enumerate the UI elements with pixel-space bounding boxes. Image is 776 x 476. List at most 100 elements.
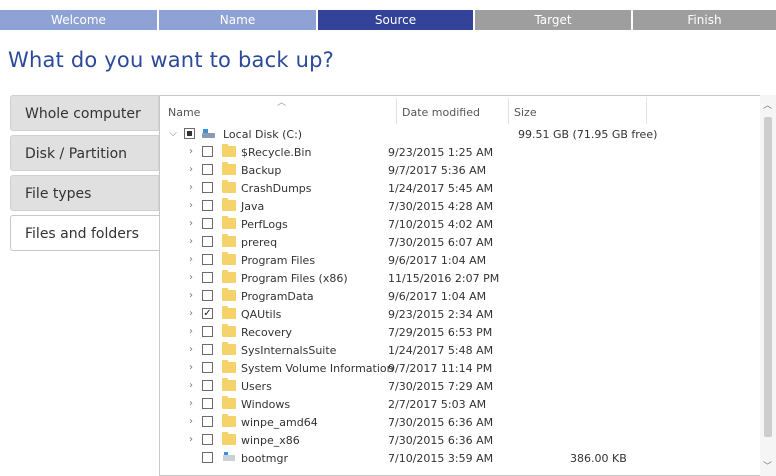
folder-name: Program Files [241,254,316,267]
chevron-right-icon[interactable]: › [186,164,196,175]
column-divider[interactable] [508,98,509,124]
tree-row-folder[interactable]: › Program Files (x86) 11/15/2016 2:07 PM [160,269,760,287]
folder-icon [222,252,236,265]
folder-checkbox[interactable] [202,164,213,175]
tab-files-and-folders[interactable]: Files and folders [10,215,160,251]
folder-date: 7/30/2015 4:28 AM [388,200,494,213]
tree-row-file[interactable]: bootmgr 7/10/2015 3:59 AM 386.00 KB [160,449,760,467]
tree-row-folder[interactable]: › $Recycle.Bin 9/23/2015 1:25 AM [160,143,760,161]
step-welcome[interactable]: Welcome [0,10,157,30]
folder-checkbox[interactable] [202,146,213,157]
folder-name: System Volume Information [241,362,394,375]
folder-checkbox[interactable] [202,236,213,247]
step-source[interactable]: Source [318,10,473,30]
file-icon [222,452,236,463]
chevron-right-icon[interactable]: › [186,398,196,409]
tab-file-types[interactable]: File types [10,175,159,211]
folder-icon [222,234,236,247]
chevron-down-icon[interactable]: ⌵ [168,128,178,139]
folder-date: 7/30/2015 7:29 AM [388,380,494,393]
file-checkbox[interactable] [202,452,213,463]
folder-checkbox[interactable] [202,290,213,301]
step-finish[interactable]: Finish [633,10,776,30]
chevron-right-icon[interactable]: › [186,344,196,355]
chevron-right-icon[interactable]: › [186,272,196,283]
folder-date: 7/10/2015 4:02 AM [388,218,494,231]
column-date[interactable]: Date modified [402,106,480,119]
column-divider[interactable] [646,98,647,124]
chevron-right-icon[interactable]: › [186,434,196,445]
chevron-right-icon[interactable]: › [186,254,196,265]
file-tree: ︿ Name Date modified Size ⌵ Local Disk (… [159,95,776,476]
step-name[interactable]: Name [159,10,316,30]
tree-row-folder[interactable]: › Java 7/30/2015 4:28 AM [160,197,760,215]
folder-checkbox[interactable] [202,182,213,193]
tree-row-drive[interactable]: ⌵ Local Disk (C:) 99.51 GB (71.95 GB fre… [160,125,760,143]
tree-row-folder[interactable]: › CrashDumps 1/24/2017 5:45 AM [160,179,760,197]
step-target[interactable]: Target [475,10,631,30]
folder-date: 1/24/2017 5:48 AM [388,344,494,357]
scroll-up-icon[interactable]: ︿ [763,98,772,111]
folder-checkbox[interactable] [202,434,213,445]
tree-row-folder[interactable]: › Windows 2/7/2017 5:03 AM [160,395,760,413]
folder-name: CrashDumps [241,182,312,195]
chevron-right-icon[interactable]: › [186,326,196,337]
scroll-down-icon[interactable]: ﹀ [763,459,772,472]
chevron-right-icon[interactable]: › [186,380,196,391]
drive-name: Local Disk (C:) [223,128,303,141]
folder-icon [222,396,236,409]
folder-name: ProgramData [241,290,314,303]
vertical-scrollbar[interactable]: ︿ ﹀ [760,95,776,476]
tree-row-folder[interactable]: › PerfLogs 7/10/2015 4:02 AM [160,215,760,233]
tree-row-folder[interactable]: › prereq 7/30/2015 6:07 AM [160,233,760,251]
folder-icon [222,162,236,175]
tree-row-folder[interactable]: › ✓ QAUtils 9/23/2015 2:34 AM [160,305,760,323]
file-size: 386.00 KB [570,452,627,465]
chevron-right-icon[interactable]: › [186,236,196,247]
folder-checkbox[interactable] [202,380,213,391]
folder-checkbox[interactable] [202,272,213,283]
tab-disk-partition[interactable]: Disk / Partition [10,135,159,171]
folder-checkbox[interactable]: ✓ [202,308,213,319]
folder-checkbox[interactable] [202,344,213,355]
tree-row-folder[interactable]: › Recovery 7/29/2015 6:53 PM [160,323,760,341]
tree-row-folder[interactable]: › SysInternalsSuite 1/24/2017 5:48 AM [160,341,760,359]
folder-checkbox[interactable] [202,200,213,211]
column-header: ︿ Name Date modified Size [160,96,776,124]
tree-row-folder[interactable]: › winpe_x86 7/30/2015 6:36 AM [160,431,760,449]
chevron-right-icon[interactable]: › [186,182,196,193]
chevron-right-icon[interactable]: › [186,290,196,301]
folder-checkbox[interactable] [202,326,213,337]
scroll-thumb[interactable] [764,117,772,437]
tree-row-folder[interactable]: › winpe_amd64 7/30/2015 6:36 AM [160,413,760,431]
folder-icon [222,432,236,445]
column-size[interactable]: Size [514,106,537,119]
tree-row-folder[interactable]: › Program Files 9/6/2017 1:04 AM [160,251,760,269]
folder-checkbox[interactable] [202,218,213,229]
column-name[interactable]: Name [168,106,200,119]
column-divider[interactable] [396,98,397,124]
chevron-right-icon[interactable]: › [186,416,196,427]
folder-icon [222,270,236,283]
chevron-right-icon[interactable]: › [186,308,196,319]
folder-checkbox[interactable] [202,254,213,265]
folder-checkbox[interactable] [202,416,213,427]
tree-row-folder[interactable]: › Backup 9/7/2017 5:36 AM [160,161,760,179]
tab-whole-computer[interactable]: Whole computer [10,95,159,131]
folder-icon [222,198,236,211]
drive-checkbox[interactable] [184,128,195,139]
folder-date: 9/7/2017 11:14 PM [388,362,493,375]
tree-row-folder[interactable]: › System Volume Information 9/7/2017 11:… [160,359,760,377]
chevron-right-icon[interactable]: › [186,200,196,211]
folder-checkbox[interactable] [202,398,213,409]
sort-arrow-icon: ︿ [277,98,287,108]
chevron-right-icon[interactable]: › [186,362,196,373]
folder-date: 7/30/2015 6:07 AM [388,236,494,249]
chevron-right-icon[interactable]: › [186,218,196,229]
folder-name: Java [241,200,265,213]
chevron-right-icon[interactable]: › [186,146,196,157]
folder-checkbox[interactable] [202,362,213,373]
folder-date: 11/15/2016 2:07 PM [388,272,500,285]
tree-row-folder[interactable]: › Users 7/30/2015 7:29 AM [160,377,760,395]
tree-row-folder[interactable]: › ProgramData 9/6/2017 1:04 AM [160,287,760,305]
